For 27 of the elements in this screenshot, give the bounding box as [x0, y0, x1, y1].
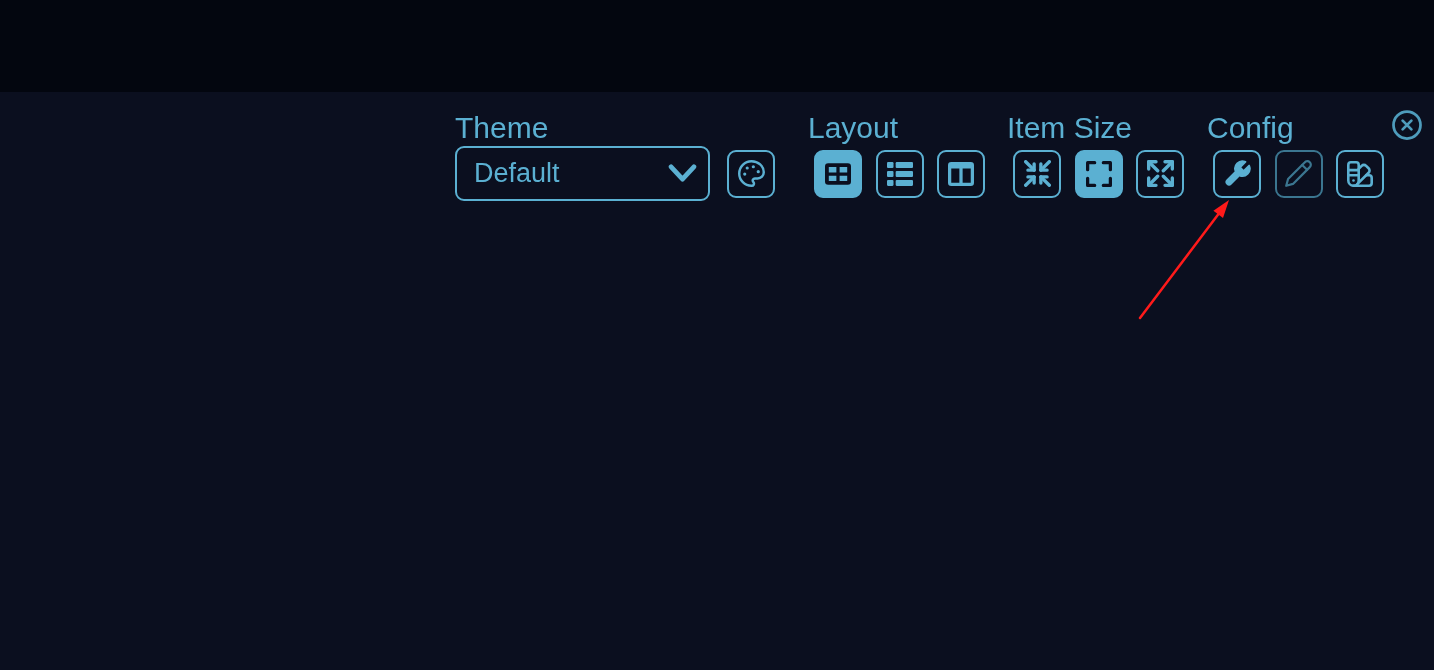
- grid-layout-button[interactable]: [814, 149, 862, 198]
- inward-arrows-icon: [1023, 160, 1051, 187]
- chevron-down-icon: [668, 164, 697, 183]
- wrench-icon: [1223, 160, 1251, 187]
- medium-size-button[interactable]: [1074, 149, 1123, 198]
- corner-brackets-icon: [1085, 160, 1112, 187]
- grid-icon: [825, 162, 851, 185]
- close-icon: [1392, 110, 1422, 140]
- list-layout-button[interactable]: [875, 149, 924, 198]
- swatch-button[interactable]: [1336, 149, 1384, 198]
- large-size-button[interactable]: [1136, 149, 1184, 198]
- outward-arrows-icon: [1146, 160, 1174, 187]
- columns-icon: [948, 161, 974, 186]
- pencil-icon: [1285, 160, 1312, 187]
- list-icon: [886, 161, 913, 186]
- columns-layout-button[interactable]: [937, 149, 985, 198]
- theme-dropdown[interactable]: Default: [455, 146, 710, 201]
- palette-icon: [737, 160, 765, 187]
- palette-button[interactable]: [727, 149, 775, 198]
- section-label: Layout: [808, 110, 899, 146]
- wrench-button[interactable]: [1213, 149, 1261, 198]
- section-label: Item Size: [1007, 110, 1133, 146]
- section-label: Config: [1207, 110, 1294, 146]
- swatch-book-icon: [1347, 160, 1373, 187]
- close-button[interactable]: [1392, 110, 1422, 140]
- small-size-button[interactable]: [1013, 149, 1061, 198]
- theme-label: Theme: [455, 110, 549, 146]
